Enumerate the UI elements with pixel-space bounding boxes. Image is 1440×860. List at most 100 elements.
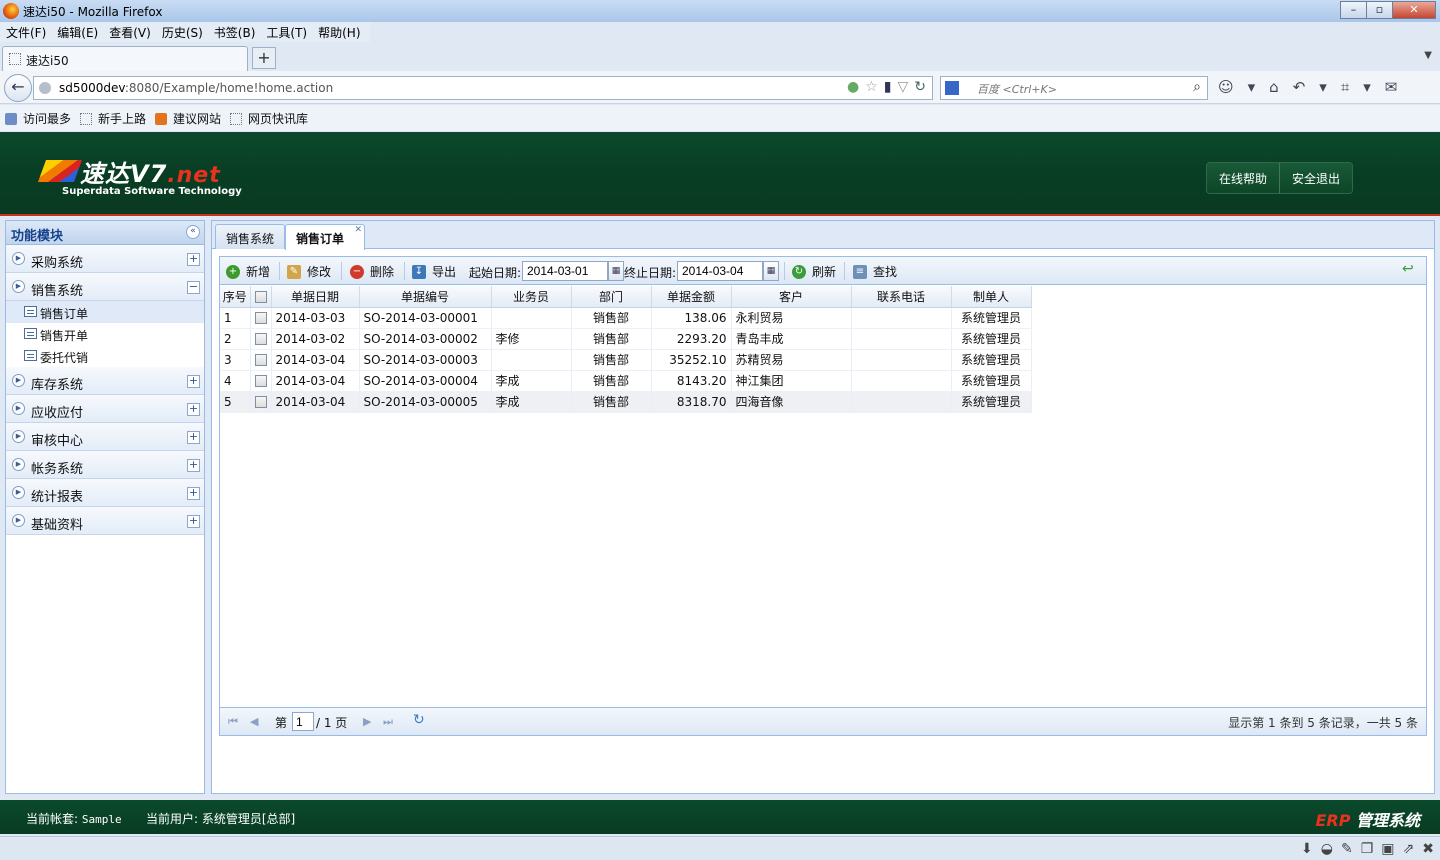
collapse-icon[interactable]: − <box>187 281 200 294</box>
menu-tools[interactable]: 工具(T) <box>260 22 312 42</box>
maximize-button[interactable]: ▫ <box>1366 1 1393 19</box>
tab-list-icon[interactable]: ▼ <box>1424 50 1432 61</box>
return-icon[interactable]: ↩ <box>1402 262 1418 277</box>
add-button[interactable]: + 新增 <box>226 263 270 280</box>
first-page-icon[interactable]: ⏮ <box>228 715 238 729</box>
share-icon[interactable]: ⇗ <box>1403 841 1415 857</box>
crop-dropdown-icon[interactable]: ▾ <box>1363 78 1371 96</box>
find-button[interactable]: ≡ 查找 <box>853 263 897 280</box>
next-page-icon[interactable]: ▶ <box>363 715 371 728</box>
bookmark-getting-started[interactable]: 新手上路 <box>80 110 146 127</box>
browser-tab[interactable]: 速达i50 <box>2 46 248 71</box>
chat-icon[interactable]: ✉ <box>1385 78 1398 96</box>
sidebar-module-purchase[interactable]: ▶ 采购系统 + <box>6 245 204 273</box>
undo-icon[interactable]: ↶ <box>1293 78 1306 96</box>
col-header-no[interactable]: 序号 <box>220 286 251 308</box>
page-number-input[interactable] <box>292 712 314 731</box>
online-help-button[interactable]: 在线帮助 <box>1207 163 1280 193</box>
end-date-input[interactable] <box>677 261 763 281</box>
addon-icon[interactable]: ☺ <box>1218 78 1234 96</box>
go-icon[interactable]: ● <box>847 79 859 95</box>
expand-icon[interactable]: + <box>187 403 200 416</box>
col-header-maker[interactable]: 制单人 <box>951 286 1032 308</box>
logout-button[interactable]: 安全退出 <box>1279 163 1353 193</box>
minimize-button[interactable]: – <box>1340 1 1367 19</box>
menu-file[interactable]: 文件(F) <box>0 22 51 42</box>
export-button[interactable]: ↧ 导出 <box>412 263 456 280</box>
close-tab-icon[interactable]: ✕ <box>354 225 362 235</box>
sidebar-module-accounting[interactable]: ▶ 帐务系统 + <box>6 451 204 479</box>
sidebar-module-reports[interactable]: ▶ 统计报表 + <box>6 479 204 507</box>
cell-select[interactable] <box>250 391 272 413</box>
expand-icon[interactable]: + <box>187 431 200 444</box>
row-checkbox[interactable] <box>254 396 267 408</box>
addon-dropdown-icon[interactable]: ▾ <box>1248 78 1256 96</box>
sidebar-module-basic-data[interactable]: ▶ 基础资料 + <box>6 507 204 535</box>
col-header-salesman[interactable]: 业务员 <box>491 286 572 308</box>
tab-sales-order[interactable]: 销售订单 ✕ <box>285 224 366 250</box>
menu-bookmarks[interactable]: 书签(B) <box>208 22 261 42</box>
search-engine-icon[interactable] <box>945 81 959 95</box>
expand-icon[interactable]: + <box>187 253 200 266</box>
start-date-input[interactable] <box>522 261 608 281</box>
crop-icon[interactable]: ⌗ <box>1341 78 1349 96</box>
col-header-select[interactable] <box>250 286 272 308</box>
table-row[interactable]: 3 2014-03-04 SO-2014-03-00003 销售部 35252.… <box>220 349 1032 371</box>
delete-button[interactable]: − 删除 <box>350 263 394 280</box>
pager-refresh-icon[interactable]: ↻ <box>413 712 425 728</box>
star-icon[interactable]: ☆ <box>865 79 878 95</box>
bookmark-most-visited[interactable]: 访问最多 <box>5 110 71 127</box>
sidebar-module-audit[interactable]: ▶ 审核中心 + <box>6 423 204 451</box>
table-row[interactable]: 5 2014-03-04 SO-2014-03-00005 李成 销售部 831… <box>220 391 1032 413</box>
sidebar-item-consignment[interactable]: 委托代销 <box>6 345 204 367</box>
new-tab-button[interactable]: + <box>252 47 276 69</box>
table-row[interactable]: 1 2014-03-03 SO-2014-03-00001 销售部 138.06… <box>220 307 1032 329</box>
mobile-icon[interactable]: ▮ <box>884 79 892 95</box>
back-button[interactable]: ← <box>4 74 32 102</box>
windows-icon[interactable]: ❐ <box>1361 841 1374 857</box>
search-bar[interactable]: 百度 <Ctrl+K> ⌕ <box>940 76 1208 100</box>
cell-select[interactable] <box>250 349 272 371</box>
brush-icon[interactable]: ✎ <box>1341 841 1353 857</box>
col-header-phone[interactable]: 联系电话 <box>851 286 952 308</box>
refresh-button[interactable]: ↻ 刷新 <box>792 263 836 280</box>
collapse-sidebar-icon[interactable]: « <box>186 225 200 239</box>
home-icon[interactable]: ⌂ <box>1269 78 1279 96</box>
bookmark-web-slices[interactable]: 网页快讯库 <box>230 110 308 127</box>
expand-icon[interactable]: + <box>187 459 200 472</box>
url-text[interactable]: sd5000dev:8080/Example/home!home.action <box>59 81 333 95</box>
row-checkbox[interactable] <box>254 354 267 366</box>
bookmark-suggested-sites[interactable]: 建议网站 <box>155 110 221 127</box>
save-icon[interactable]: ▣ <box>1381 841 1394 857</box>
menu-edit[interactable]: 编辑(E) <box>51 22 103 42</box>
magnifier-icon[interactable]: ⌕ <box>1193 79 1201 95</box>
select-all-checkbox[interactable] <box>254 290 267 303</box>
col-header-date[interactable]: 单据日期 <box>271 286 360 308</box>
col-header-customer[interactable]: 客户 <box>731 286 852 308</box>
row-checkbox[interactable] <box>254 375 267 387</box>
sidebar-module-inventory[interactable]: ▶ 库存系统 + <box>6 367 204 395</box>
tools-icon[interactable]: ✖ <box>1422 841 1434 857</box>
reload-icon[interactable]: ↻ <box>914 79 926 95</box>
cell-select[interactable] <box>250 328 272 350</box>
row-checkbox[interactable] <box>254 333 267 345</box>
row-checkbox[interactable] <box>254 312 267 324</box>
search-input[interactable]: 百度 <Ctrl+K> <box>977 81 1057 97</box>
prev-page-icon[interactable]: ◀ <box>250 715 258 728</box>
tab-sales-system[interactable]: 销售系统 <box>215 224 286 249</box>
col-header-dept[interactable]: 部门 <box>571 286 652 308</box>
table-row[interactable]: 2 2014-03-02 SO-2014-03-00002 李修 销售部 229… <box>220 328 1032 350</box>
sidebar-module-receivable[interactable]: ▶ 应收应付 + <box>6 395 204 423</box>
menu-history[interactable]: 历史(S) <box>156 22 208 42</box>
undo-dropdown-icon[interactable]: ▾ <box>1319 78 1327 96</box>
expand-icon[interactable]: + <box>187 375 200 388</box>
cell-select[interactable] <box>250 370 272 392</box>
download-icon[interactable]: ⬇ <box>1301 841 1313 857</box>
sidebar-item-sales-order[interactable]: 销售订单 <box>6 301 204 323</box>
calendar-icon[interactable]: ▦ <box>608 261 624 281</box>
sidebar-item-sales-invoice[interactable]: 销售开单 <box>6 323 204 345</box>
dropdown-icon[interactable]: ▽ <box>897 79 908 95</box>
cell-select[interactable] <box>250 307 272 329</box>
last-page-icon[interactable]: ⏭ <box>383 715 393 729</box>
close-window-button[interactable]: ✕ <box>1392 1 1436 19</box>
